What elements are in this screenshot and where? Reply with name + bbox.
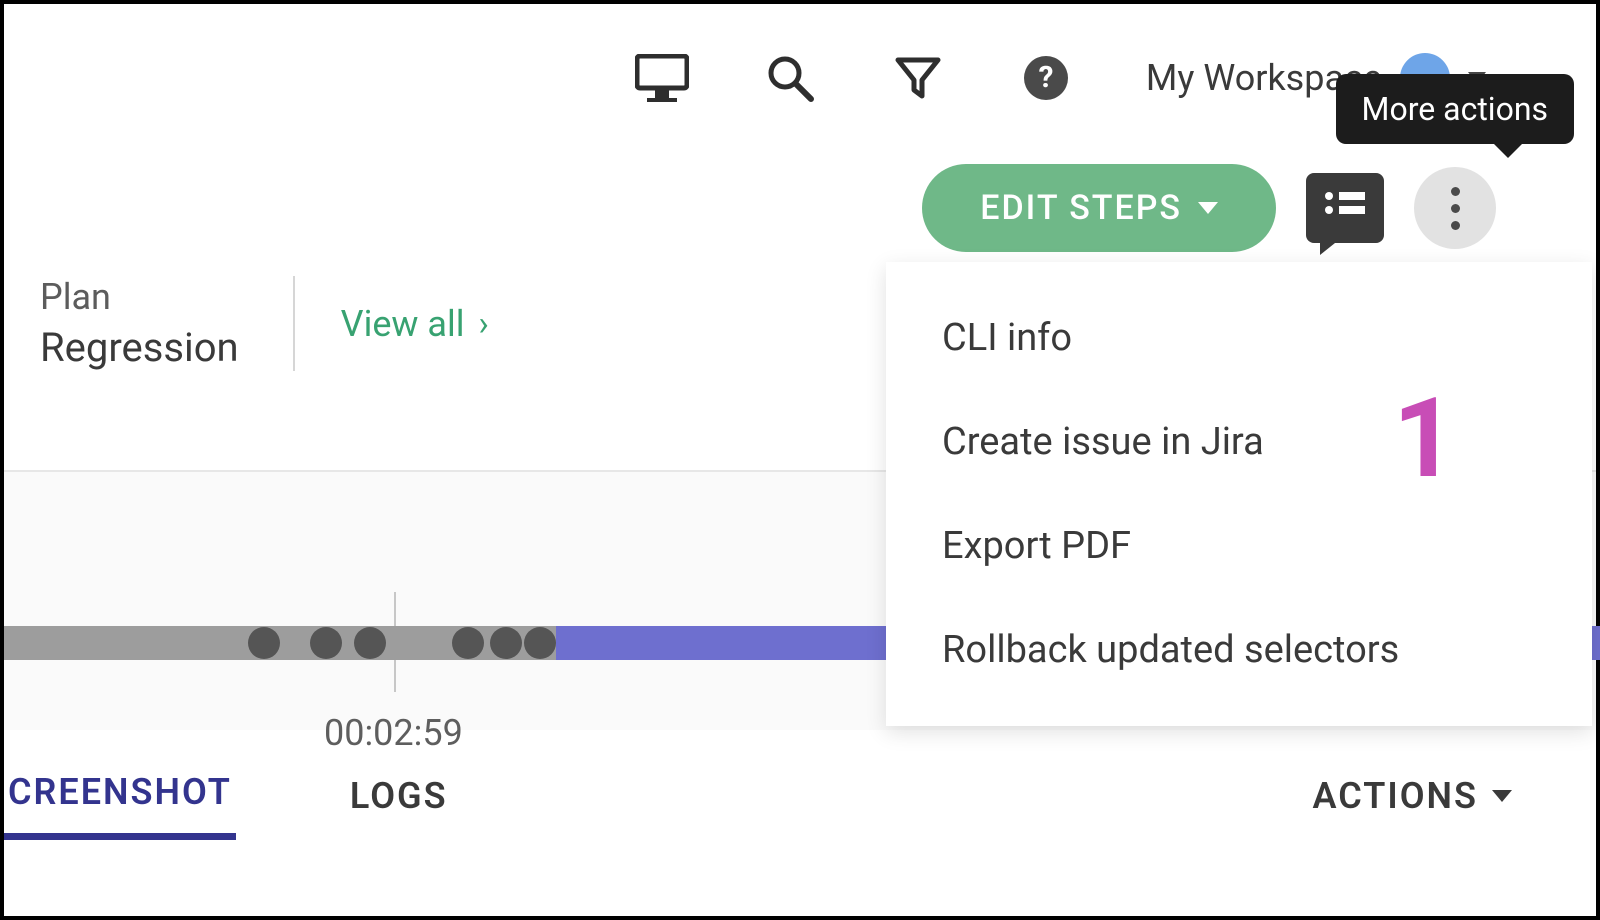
chevron-down-icon xyxy=(1492,790,1512,802)
actions-label: ACTIONS xyxy=(1312,775,1478,817)
more-actions-button[interactable] xyxy=(1414,167,1496,249)
timeline-marker[interactable] xyxy=(524,627,556,659)
timeline-marker[interactable] xyxy=(452,627,484,659)
more-actions-menu: CLI info Create issue in Jira Export PDF… xyxy=(886,262,1592,726)
filter-icon[interactable] xyxy=(890,50,946,106)
comments-button[interactable] xyxy=(1306,173,1384,243)
svg-text:?: ? xyxy=(1038,60,1053,95)
timeline-marker[interactable] xyxy=(310,627,342,659)
plan-value: Regression xyxy=(40,324,239,371)
tab-screenshot[interactable]: CREENSHOT xyxy=(4,751,236,840)
actions-dropdown[interactable]: ACTIONS xyxy=(1308,755,1516,837)
plan-label: Plan xyxy=(40,276,239,318)
monitor-icon[interactable] xyxy=(634,50,690,106)
menu-item-rollback[interactable]: Rollback updated selectors xyxy=(886,598,1592,702)
dot-icon xyxy=(1451,221,1460,230)
view-all-label: View all xyxy=(341,303,465,345)
more-actions-tooltip: More actions xyxy=(1336,74,1574,144)
timeline-tick-label: 00:02:59 xyxy=(324,712,463,754)
list-icon xyxy=(1321,190,1369,226)
timeline-marker[interactable] xyxy=(490,627,522,659)
edit-steps-button[interactable]: EDIT STEPS xyxy=(922,164,1276,252)
search-icon[interactable] xyxy=(762,50,818,106)
help-icon[interactable]: ? xyxy=(1018,50,1074,106)
timeline-marker[interactable] xyxy=(354,627,386,659)
view-all-link[interactable]: View all › xyxy=(295,303,489,345)
menu-item-cli-info[interactable]: CLI info xyxy=(886,286,1592,390)
menu-item-create-jira[interactable]: Create issue in Jira xyxy=(886,390,1592,494)
dot-icon xyxy=(1451,204,1460,213)
edit-steps-label: EDIT STEPS xyxy=(980,188,1182,228)
annotation-1: 1 xyxy=(1393,374,1456,503)
menu-item-export-pdf[interactable]: Export PDF xyxy=(886,494,1592,598)
tab-logs[interactable]: LOGS xyxy=(346,755,452,837)
dot-icon xyxy=(1451,187,1460,196)
chevron-down-icon xyxy=(1198,202,1218,214)
chevron-right-icon: › xyxy=(478,304,488,344)
timeline-marker[interactable] xyxy=(248,627,280,659)
